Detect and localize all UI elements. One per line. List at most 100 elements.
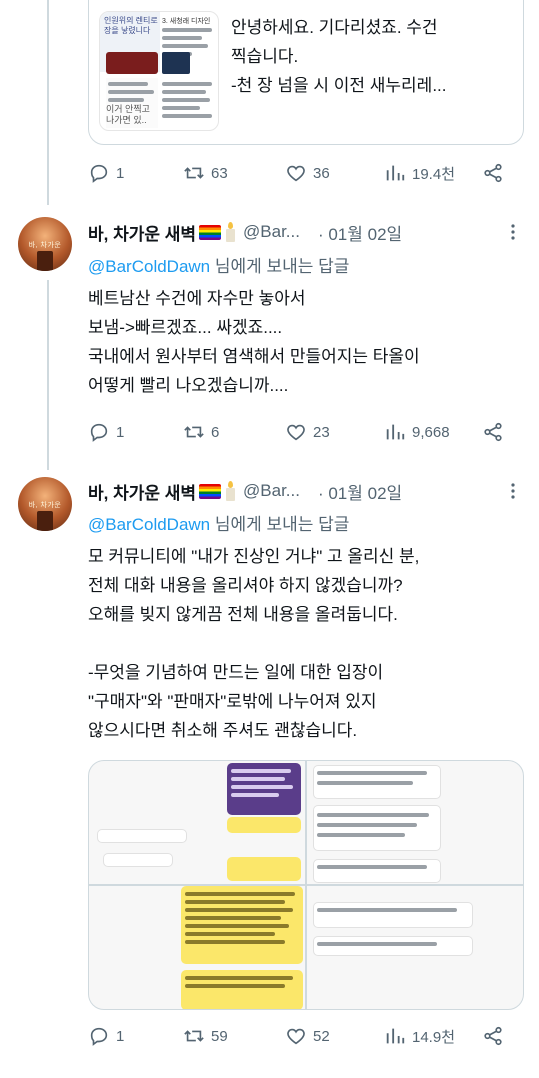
more-options-button[interactable] xyxy=(505,479,521,503)
share-button[interactable] xyxy=(482,162,504,184)
avatar[interactable]: 바, 차가운 새벽 xyxy=(18,217,72,271)
candle-icon xyxy=(225,481,236,501)
share-icon xyxy=(484,1026,502,1046)
more-options-button[interactable] xyxy=(505,220,521,244)
like-button[interactable]: 36 xyxy=(285,162,330,184)
tweet-text-line: 보냄->빠르겠죠... 싸겠죠.... xyxy=(88,318,283,337)
more-dots-icon xyxy=(511,483,515,499)
views-button[interactable]: 19.4천 xyxy=(384,162,455,184)
share-icon xyxy=(484,422,502,442)
analytics-icon xyxy=(386,1028,405,1044)
rainbow-flag-icon xyxy=(199,224,222,240)
quoted-tweet-thumbnail: 인원위의 렌티로 장을 낳렸니다 3. 새청래 디자인 이거 안찍고 나가면 있… xyxy=(99,11,219,131)
like-count: 52 xyxy=(313,1027,330,1045)
views-button[interactable]: 9,668 xyxy=(384,421,450,443)
tweet-header: 바, 차가운 새벽 @Bar... · 01월 02일 xyxy=(88,220,402,244)
reply-button[interactable]: 1 xyxy=(88,1025,124,1047)
thumb-label-bottom-left: 이거 안찍고 나가면 있.. xyxy=(106,104,150,125)
tweet-text-line: 국내에서 원사부터 염색해서 만들어지는 타올이 xyxy=(88,347,420,366)
views-count: 14.9천 xyxy=(412,1028,455,1046)
action-bar: 1 59 52 14.9천 xyxy=(88,1022,524,1050)
retweet-icon xyxy=(184,167,204,179)
tweet-text-line: 모 커뮤니티에 "내가 진상인 거냐" 고 올리신 분, xyxy=(88,547,420,566)
retweet-count: 6 xyxy=(211,423,220,441)
reply-button[interactable]: 1 xyxy=(88,162,124,184)
heart-icon xyxy=(287,424,305,441)
user-handle[interactable]: @Bar... xyxy=(243,222,300,242)
display-name[interactable]: 바, 차가운 새벽 xyxy=(88,479,196,504)
thread-line xyxy=(47,0,49,205)
analytics-icon xyxy=(386,424,405,440)
tweet-date[interactable]: · 01월 02일 xyxy=(318,479,402,504)
avatar[interactable]: 바, 차가운 새벽 xyxy=(18,477,72,531)
tweet-header: 바, 차가운 새벽 @Bar... · 01월 02일 xyxy=(88,479,402,503)
reply-to-suffix: 님에게 보내는 답글 xyxy=(210,257,350,276)
tweet-text-line: "구매자"와 "판매자"로밖에 나누어져 있지 xyxy=(88,692,377,711)
retweet-count: 59 xyxy=(211,1027,228,1045)
media-image[interactable] xyxy=(89,761,305,884)
avatar-sign: 바, 차가운 새벽 xyxy=(28,242,62,259)
media-image[interactable] xyxy=(307,886,523,1009)
tweet-text: 모 커뮤니티에 "내가 진상인 거냐" 고 올리신 분, 전체 대화 내용을 올… xyxy=(88,542,528,745)
share-icon xyxy=(484,163,502,183)
rainbow-flag-icon xyxy=(199,483,222,499)
heart-icon xyxy=(287,1028,305,1045)
like-button[interactable]: 52 xyxy=(285,1025,330,1047)
tweet-text-line: 어떻게 빨리 나오겠습니까.... xyxy=(88,376,289,395)
views-button[interactable]: 14.9천 xyxy=(384,1025,455,1047)
quoted-text-line: -천 장 넘을 시 이전 새누리레... xyxy=(231,76,447,95)
media-grid[interactable] xyxy=(88,760,524,1010)
tweet-text-line: -무엇을 기념하여 만드는 일에 대한 입장이 xyxy=(88,663,384,682)
share-button[interactable] xyxy=(482,1025,504,1047)
reply-button[interactable]: 1 xyxy=(88,421,124,443)
display-name[interactable]: 바, 차가운 새벽 xyxy=(88,220,196,245)
action-bar: 1 6 23 9,668 xyxy=(88,418,524,446)
retweet-button[interactable]: 63 xyxy=(183,162,228,184)
avatar-sign: 바, 차가운 새벽 xyxy=(28,502,62,519)
tweet-text: 베트남산 수건에 자수만 놓아서 보냄->빠르겠죠... 싸겠죠.... 국내에… xyxy=(88,284,528,400)
media-image[interactable] xyxy=(89,886,305,1009)
like-count: 23 xyxy=(313,423,330,441)
retweet-icon xyxy=(184,1030,204,1042)
heart-icon xyxy=(287,165,305,182)
quoted-text-line: 안녕하세요. 기다리셨죠. 수건 xyxy=(231,18,438,37)
reply-to-label: @BarColdDawn 님에게 보내는 답글 xyxy=(88,252,349,276)
tweet-text-line: 베트남산 수건에 자수만 놓아서 xyxy=(88,289,306,308)
analytics-icon xyxy=(386,165,405,181)
tweet-text-line: 전체 대화 내용을 올리셔야 하지 않겠습니까? xyxy=(88,576,403,595)
reply-count: 1 xyxy=(116,164,125,182)
thumb-label-top-left: 인원위의 렌티로 장을 낳렸니다 xyxy=(104,16,158,35)
views-count: 9,668 xyxy=(412,423,450,441)
reply-count: 1 xyxy=(116,423,125,441)
user-handle[interactable]: @Bar... xyxy=(243,481,300,501)
retweet-button[interactable]: 59 xyxy=(183,1025,228,1047)
action-bar: 1 63 36 19.4천 xyxy=(88,159,524,187)
reply-to-mention[interactable]: @BarColdDawn xyxy=(88,515,210,534)
tweet-text-line xyxy=(88,629,528,658)
media-image[interactable] xyxy=(307,761,523,884)
tweet-text-line: 오해를 빚지 않게끔 전체 내용을 올려둡니다. xyxy=(88,605,398,624)
thumb-label-top-right: 3. 새청래 디자인 xyxy=(162,18,211,25)
quoted-tweet-card[interactable]: 인원위의 렌티로 장을 낳렸니다 3. 새청래 디자인 이거 안찍고 나가면 있… xyxy=(88,0,524,145)
retweet-count: 63 xyxy=(211,164,228,182)
like-button[interactable]: 23 xyxy=(285,421,330,443)
reply-icon xyxy=(90,1027,108,1046)
more-dots-icon xyxy=(511,224,515,240)
retweet-icon xyxy=(184,426,204,438)
reply-to-suffix: 님에게 보내는 답글 xyxy=(210,515,350,534)
tweet-date[interactable]: · 01월 02일 xyxy=(318,220,402,245)
reply-to-label: @BarColdDawn 님에게 보내는 답글 xyxy=(88,510,349,534)
reply-icon xyxy=(90,164,108,183)
reply-icon xyxy=(90,423,108,442)
tweet-text-line: 않으시다면 취소해 주셔도 괜찮습니다. xyxy=(88,721,358,740)
quoted-tweet-text: 안녕하세요. 기다리셨죠. 수건 찍습니다. -천 장 넘을 시 이전 새누리레… xyxy=(231,13,516,100)
candle-icon xyxy=(225,222,236,242)
views-count: 19.4천 xyxy=(412,165,455,183)
thread-line xyxy=(47,280,49,470)
reply-to-mention[interactable]: @BarColdDawn xyxy=(88,257,210,276)
retweet-button[interactable]: 6 xyxy=(183,421,219,443)
share-button[interactable] xyxy=(482,421,504,443)
like-count: 36 xyxy=(313,164,330,182)
reply-count: 1 xyxy=(116,1027,125,1045)
quoted-text-line: 찍습니다. xyxy=(231,47,299,66)
